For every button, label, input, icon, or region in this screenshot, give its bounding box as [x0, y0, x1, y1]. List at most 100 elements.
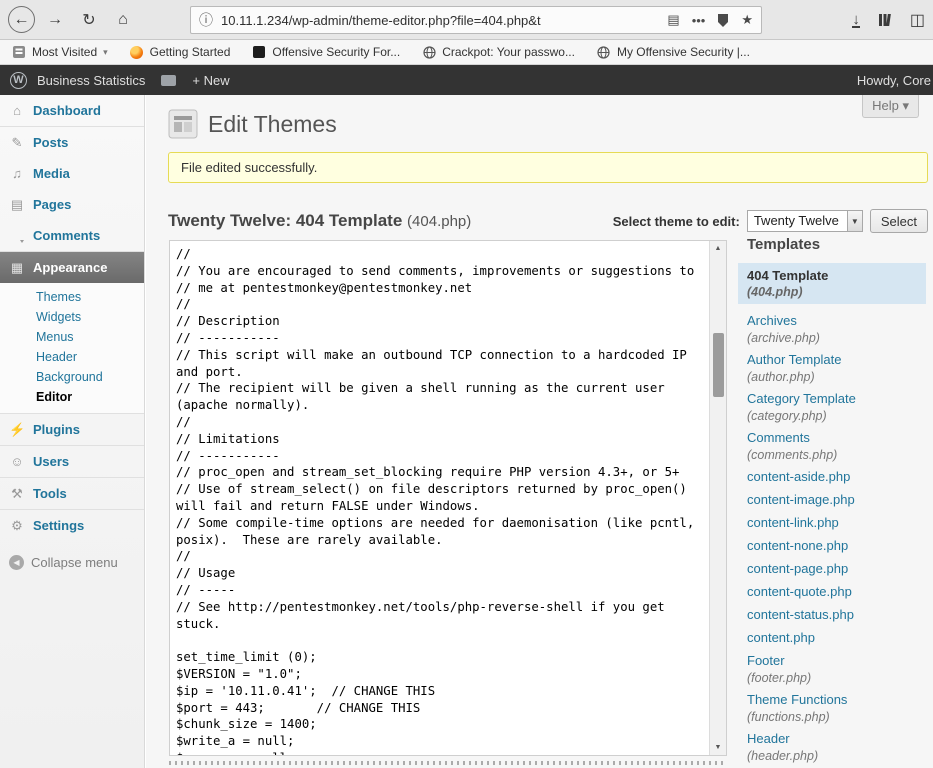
theme-select[interactable]: Twenty Twelve ▼ — [747, 210, 863, 232]
template-name[interactable]: Archives — [747, 313, 797, 329]
collapse-menu-label: Collapse menu — [31, 555, 118, 570]
library-icon[interactable] — [878, 13, 892, 27]
template-item[interactable]: content-aside.php — [747, 468, 933, 486]
site-info-icon[interactable]: ⓘ — [199, 10, 213, 30]
back-icon[interactable]: ← — [8, 6, 35, 33]
bookmark-getting-started[interactable]: Getting Started — [130, 45, 231, 59]
sidebar-item-posts[interactable]: ✎ Posts — [0, 127, 144, 158]
template-file: (category.php) — [747, 408, 933, 424]
sidebar-item-plugins[interactable]: ⚡ Plugins — [0, 414, 144, 445]
collapse-arrow-icon: ◀ — [9, 555, 24, 570]
template-item[interactable]: Author Template (author.php) — [747, 351, 933, 385]
wordpress-logo-icon[interactable]: W — [10, 72, 27, 89]
submenu-item-menus[interactable]: Menus — [0, 327, 144, 347]
select-button[interactable]: Select — [870, 209, 928, 233]
howdy-account-link[interactable]: Howdy, Core — [857, 73, 933, 88]
template-name[interactable]: Header — [747, 731, 790, 747]
template-name[interactable]: content.php — [747, 630, 815, 646]
submenu-item-widgets[interactable]: Widgets — [0, 307, 144, 327]
template-item[interactable]: Theme Functions (functions.php) — [747, 691, 933, 725]
template-item[interactable]: Category Template (category.php) — [747, 390, 933, 424]
template-item[interactable]: content-none.php — [747, 537, 933, 555]
template-name[interactable]: content-quote.php — [747, 584, 852, 600]
site-name-link[interactable]: Business Statistics — [37, 73, 145, 88]
home-icon[interactable]: ⌂ — [109, 6, 137, 34]
submenu-item-background[interactable]: Background — [0, 367, 144, 387]
template-item[interactable]: content-quote.php — [747, 583, 933, 601]
sidebar-item-dashboard[interactable]: ⌂ Dashboard — [0, 95, 144, 126]
template-item[interactable]: content.php — [747, 629, 933, 647]
template-name[interactable]: content-none.php — [747, 538, 848, 554]
template-item[interactable]: Header (header.php) — [747, 730, 933, 764]
url-text[interactable]: 10.11.1.234/wp-admin/theme-editor.php?fi… — [221, 13, 655, 28]
posts-icon: ✎ — [9, 135, 25, 151]
template-item[interactable]: content-link.php — [747, 514, 933, 532]
editor-vertical-scrollbar[interactable]: ▲ ▼ — [709, 241, 726, 755]
globe-icon — [422, 45, 436, 59]
template-item[interactable]: Footer (footer.php) — [747, 652, 933, 686]
bookmark-star-icon[interactable]: ★ — [741, 12, 753, 28]
editor-horizontal-scrollbar[interactable] — [169, 761, 727, 765]
pocket-icon[interactable] — [717, 14, 729, 27]
template-name[interactable]: Theme Functions — [747, 692, 847, 708]
template-item[interactable]: content-page.php — [747, 560, 933, 578]
template-name[interactable]: Category Template — [747, 391, 856, 407]
sidebar-item-users[interactable]: ☺ Users — [0, 446, 144, 477]
code-textarea[interactable]: // // You are encouraged to send comment… — [170, 241, 710, 755]
refresh-icon[interactable]: ↻ — [75, 6, 103, 34]
sidebar-item-settings[interactable]: ⚙ Settings — [0, 510, 144, 541]
chevron-down-icon: ▾ — [902, 98, 909, 113]
template-item[interactable]: Comments (comments.php) — [747, 429, 933, 463]
help-button[interactable]: Help ▾ — [862, 95, 919, 118]
sidebar-item-comments[interactable]: Comments — [0, 220, 144, 251]
sidebar-item-label: Dashboard — [33, 103, 101, 118]
new-menu-link[interactable]: + New — [192, 73, 229, 88]
template-item[interactable]: content-image.php — [747, 491, 933, 509]
bookmark-label: Offensive Security For... — [272, 45, 400, 59]
offsec-icon — [252, 45, 266, 59]
downloads-icon[interactable]: ↓ — [852, 13, 860, 28]
comments-bubble-icon[interactable] — [161, 75, 176, 86]
sidebar-item-pages[interactable]: ▤ Pages — [0, 189, 144, 220]
reader-mode-icon[interactable]: ▤ — [667, 12, 679, 28]
template-name[interactable]: content-aside.php — [747, 469, 850, 485]
page-title: Edit Themes — [208, 111, 337, 138]
scroll-up-icon[interactable]: ▲ — [710, 241, 726, 256]
bookmark-crackpot[interactable]: Crackpot: Your passwo... — [422, 45, 575, 59]
submenu-item-editor[interactable]: Editor — [0, 387, 144, 407]
sidebar-item-tools[interactable]: ⚒ Tools — [0, 478, 144, 509]
template-name[interactable]: Footer — [747, 653, 785, 669]
template-name[interactable]: content-status.php — [747, 607, 854, 623]
help-label: Help — [872, 98, 899, 113]
sidebar-toggle-icon[interactable]: ◫ — [910, 10, 925, 30]
collapse-menu-button[interactable]: ◀ Collapse menu — [0, 555, 144, 570]
bookmark-label: Most Visited — [32, 45, 97, 59]
tools-icon: ⚒ — [9, 486, 25, 502]
template-item[interactable]: content-status.php — [747, 606, 933, 624]
bookmark-my-offsec[interactable]: My Offensive Security |... — [597, 45, 750, 59]
template-file: (comments.php) — [747, 447, 933, 463]
submenu-item-themes[interactable]: Themes — [0, 287, 144, 307]
page-actions-icon[interactable]: ••• — [692, 13, 706, 28]
settings-icon: ⚙ — [9, 518, 25, 534]
template-name[interactable]: content-link.php — [747, 515, 839, 531]
template-item[interactable]: Archives (archive.php) — [747, 312, 933, 346]
template-name[interactable]: content-page.php — [747, 561, 848, 577]
template-selected-404[interactable]: 404 Template (404.php) — [738, 263, 926, 304]
template-name[interactable]: Comments — [747, 430, 810, 446]
template-name[interactable]: content-image.php — [747, 492, 855, 508]
template-name[interactable]: Author Template — [747, 352, 841, 368]
url-bar[interactable]: ⓘ 10.11.1.234/wp-admin/theme-editor.php?… — [190, 6, 762, 34]
file-heading-filename: (404.php) — [407, 213, 471, 230]
bookmark-offsec-forum[interactable]: Offensive Security For... — [252, 45, 400, 59]
scroll-down-icon[interactable]: ▼ — [710, 740, 726, 755]
sidebar-item-label: Users — [33, 454, 69, 469]
bookmark-most-visited[interactable]: Most Visited ▾ — [12, 45, 108, 59]
forward-icon[interactable]: → — [41, 6, 69, 34]
scrollbar-thumb[interactable] — [713, 333, 724, 397]
sidebar-item-media[interactable]: ♫ Media — [0, 158, 144, 189]
sidebar-item-appearance[interactable]: ▦ Appearance — [0, 252, 144, 283]
template-file: (archive.php) — [747, 330, 933, 346]
submenu-item-header[interactable]: Header — [0, 347, 144, 367]
template-name: 404 Template — [747, 268, 917, 283]
